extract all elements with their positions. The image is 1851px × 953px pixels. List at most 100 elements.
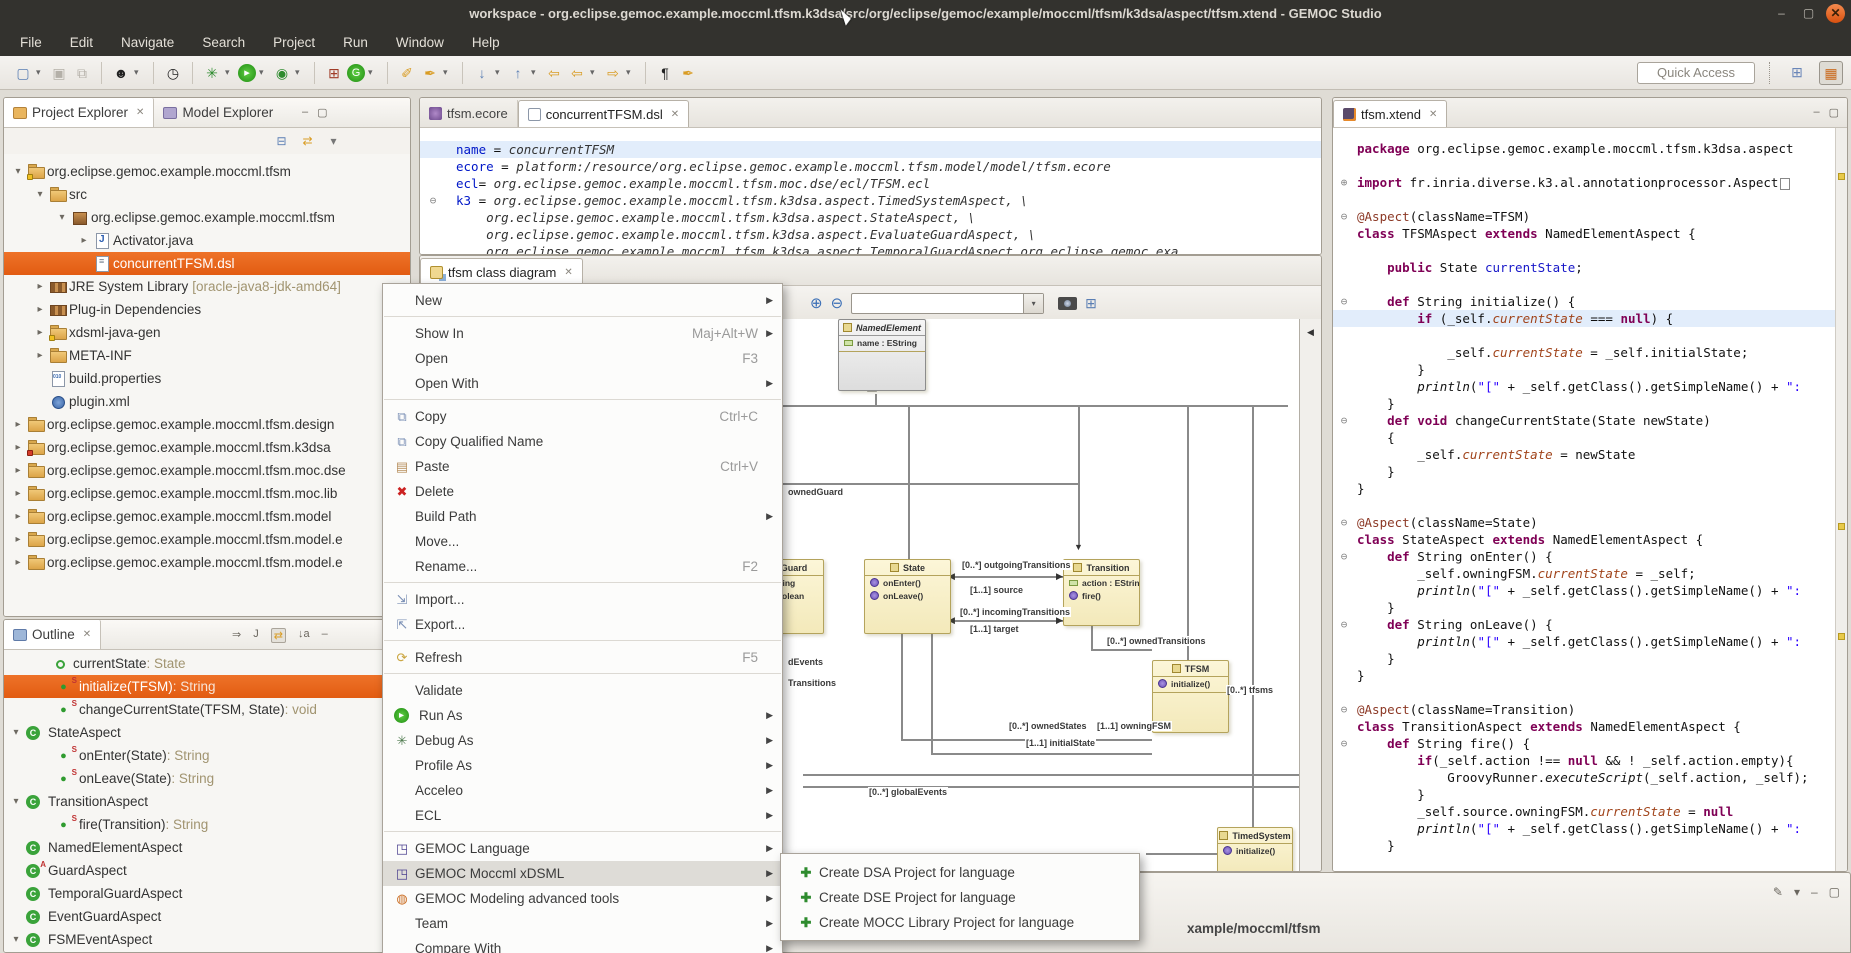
class-timed-system[interactable]: TimedSystem initialize() [1217,827,1293,871]
save-icon[interactable]: ▣ [49,63,69,83]
code-line[interactable]: class TFSMAspect extends NamedElementAsp… [1333,225,1847,242]
menu-item-export[interactable]: ⇱Export... [383,612,782,637]
menu-item-team[interactable]: Team▶ [383,911,782,936]
menu-item-move[interactable]: Move... [383,529,782,554]
tree-expand-arrow-icon[interactable]: ▾ [10,166,26,177]
menu-help[interactable]: Help [458,31,514,54]
tree-expand-arrow-icon[interactable]: ▸ [32,304,48,315]
code-line[interactable]: ecore = platform:/resource/org.eclipse.g… [420,158,1321,175]
maximize-view-icon[interactable]: ▢ [1829,885,1840,899]
code-line[interactable]: } [1333,667,1847,684]
submenu-item-create-dse-project-for-language[interactable]: ✚Create DSE Project for language [781,885,1139,910]
new-groovy-class-icon[interactable]: G [347,64,365,82]
code-line[interactable]: ⊖ def String onEnter() { [1333,548,1847,565]
code-line[interactable]: { [1333,429,1847,446]
menu-run[interactable]: Run [329,31,382,54]
code-line[interactable]: ⊖ def void changeCurrentState(State newS… [1333,412,1847,429]
code-line[interactable]: } [1333,361,1847,378]
code-line[interactable]: ⊕import fr.inria.diverse.k3.al.annotatio… [1333,174,1847,191]
tab-tfsm-ecore[interactable]: tfsm.ecore [420,100,518,127]
fold-expand-icon[interactable]: ⊕ [1333,176,1355,189]
panel-dropdown-icon[interactable]: ▾ [1794,885,1800,899]
fold-collapse-icon[interactable]: ⊖ [1333,516,1355,529]
collapse-all-icon[interactable]: ⊟ [273,134,290,148]
outline-expand-arrow-icon[interactable]: ▾ [8,727,24,738]
minimize-view-icon[interactable]: – [1813,106,1819,119]
menu-item-gemoc-moccml-xdsml[interactable]: ◳GEMOC Moccml xDSML▶ [383,861,782,886]
tab-model-explorer[interactable]: Model Explorer [154,98,282,127]
tree-item-src[interactable]: ▾src [4,183,410,206]
outline-item-initialize-tfsm[interactable]: ●Sinitialize(TFSM) : String [4,675,410,698]
save-all-icon[interactable]: ⧉ [72,63,92,83]
code-line[interactable] [1333,276,1847,293]
code-line[interactable]: println("[" + _self.getClass().getSimple… [1333,820,1847,837]
tree-item-jre-system-library[interactable]: ▸JRE System Library [oracle-java8-jdk-am… [4,275,410,298]
code-line[interactable]: class StateAspect extends NamedElementAs… [1333,531,1847,548]
menu-item-copy[interactable]: ⧉CopyCtrl+C [383,404,782,429]
code-line[interactable]: println("[" + _self.getClass().getSimple… [1333,378,1847,395]
next-annotation-dropdown-icon[interactable]: ▾ [495,67,505,78]
menu-item-ecl[interactable]: ECL▶ [383,803,782,828]
debug-icon[interactable]: ✳ [202,63,222,83]
menu-item-gemoc-language[interactable]: ◳GEMOC Language▶ [383,836,782,861]
code-line[interactable] [1333,497,1847,514]
code-line[interactable]: ⊖ def String fire() { [1333,735,1847,752]
menu-item-open-with[interactable]: Open With▶ [383,371,782,396]
menu-item-new[interactable]: New▶ [383,288,782,313]
outline-item-changecurrentstate-tfsm-state[interactable]: ●SchangeCurrentState(TFSM, State) : void [4,698,410,721]
fold-collapse-icon[interactable]: ⊖ [1333,618,1355,631]
code-line[interactable]: } [1333,395,1847,412]
tree-item-org-eclipse-gemoc-example-moccml-tfsm-k3dsa[interactable]: ▸org.eclipse.gemoc.example.moccml.tfsm.k… [4,436,410,459]
tree-expand-arrow-icon[interactable]: ▸ [10,419,26,430]
code-line[interactable]: } [1333,786,1847,803]
menu-item-build-path[interactable]: Build Path▶ [383,504,782,529]
menu-item-acceleo[interactable]: Acceleo▶ [383,778,782,803]
menu-item-refresh[interactable]: ⟳RefreshF5 [383,645,782,670]
tree-expand-arrow-icon[interactable]: ▸ [10,465,26,476]
tree-item-org-eclipse-gemoc-example-moccml-tfsm-model-e[interactable]: ▸org.eclipse.gemoc.example.moccml.tfsm.m… [4,528,410,551]
code-line[interactable]: ecl= org.eclipse.gemoc.example.moccml.tf… [420,175,1321,192]
menu-item-run-as[interactable]: ▸Run As▶ [383,703,782,728]
code-line[interactable]: _self.currentState = newState [1333,446,1847,463]
class-named-element[interactable]: NamedElement name : EString [838,319,926,391]
external-tools-icon[interactable]: ✒ [420,63,440,83]
tree-expand-arrow-icon[interactable]: ▸ [32,350,48,361]
outline-item-onenter-state[interactable]: ●SonEnter(State) : String [4,744,410,767]
code-line[interactable]: if(_self.action !== null && ! _self.acti… [1333,752,1847,769]
tree-item-org-eclipse-gemoc-example-moccml-tfsm-model[interactable]: ▸org.eclipse.gemoc.example.moccml.tfsm.m… [4,505,410,528]
combo-dropdown-icon[interactable]: ▾ [1023,294,1043,313]
zoom-out-icon[interactable]: ⊖ [831,294,844,312]
tree-expand-arrow-icon[interactable]: ▸ [10,557,26,568]
window-close-button[interactable]: ✕ [1826,4,1845,23]
perspective-java-icon[interactable]: ⊞ [1785,61,1809,85]
tree-item-org-eclipse-gemoc-example-moccml-tfsm-model-e[interactable]: ▸org.eclipse.gemoc.example.moccml.tfsm.m… [4,551,410,574]
window-minimize-button[interactable]: – [1772,4,1791,23]
zoom-level-combo[interactable]: ▾ [851,293,1044,314]
tree-expand-arrow-icon[interactable]: ▸ [10,511,26,522]
tab-tfsm-xtend[interactable]: tfsm.xtend ✕ [1333,100,1447,127]
minimize-view-icon[interactable]: – [1811,885,1818,899]
menu-item-profile-as[interactable]: Profile As▶ [383,753,782,778]
layers-icon[interactable]: ⊞ [1085,295,1097,312]
menu-item-show-in[interactable]: Show InMaj+Alt+W▶ [383,321,782,346]
forward-icon[interactable]: ⇨ [603,63,623,83]
code-line[interactable]: } [1333,650,1847,667]
close-icon[interactable]: ✕ [564,267,572,278]
link-with-editor-icon[interactable]: ⇄ [271,628,286,643]
groovy-dropdown-icon[interactable]: ▾ [368,67,378,78]
minimize-view-icon[interactable]: – [302,106,308,119]
code-line[interactable]: package org.eclipse.gemoc.example.moccml… [1333,140,1847,157]
outline-item-fire-transition[interactable]: ●Sfire(Transition) : String [4,813,410,836]
mark-occurrences-icon[interactable]: ✒ [678,63,698,83]
new-dropdown-icon[interactable]: ▾ [36,67,46,78]
code-line[interactable]: ⊖@Aspect(className=State) [1333,514,1847,531]
tab-project-explorer[interactable]: Project Explorer ✕ [4,98,154,127]
coverage-dropdown-icon[interactable]: ▾ [295,67,305,78]
tree-item-org-eclipse-gemoc-example-moccml-tfsm[interactable]: ▾org.eclipse.gemoc.example.moccml.tfsm [4,206,410,229]
code-line[interactable]: } [1333,837,1847,854]
tree-expand-arrow-icon[interactable]: ▸ [32,281,48,292]
zoom-in-icon[interactable]: ⊕ [810,294,823,312]
tree-item-build-properties[interactable]: build.properties [4,367,410,390]
external-tools-dropdown-icon[interactable]: ▾ [443,67,453,78]
tree-item-org-eclipse-gemoc-example-moccml-tfsm-moc-lib[interactable]: ▸org.eclipse.gemoc.example.moccml.tfsm.m… [4,482,410,505]
